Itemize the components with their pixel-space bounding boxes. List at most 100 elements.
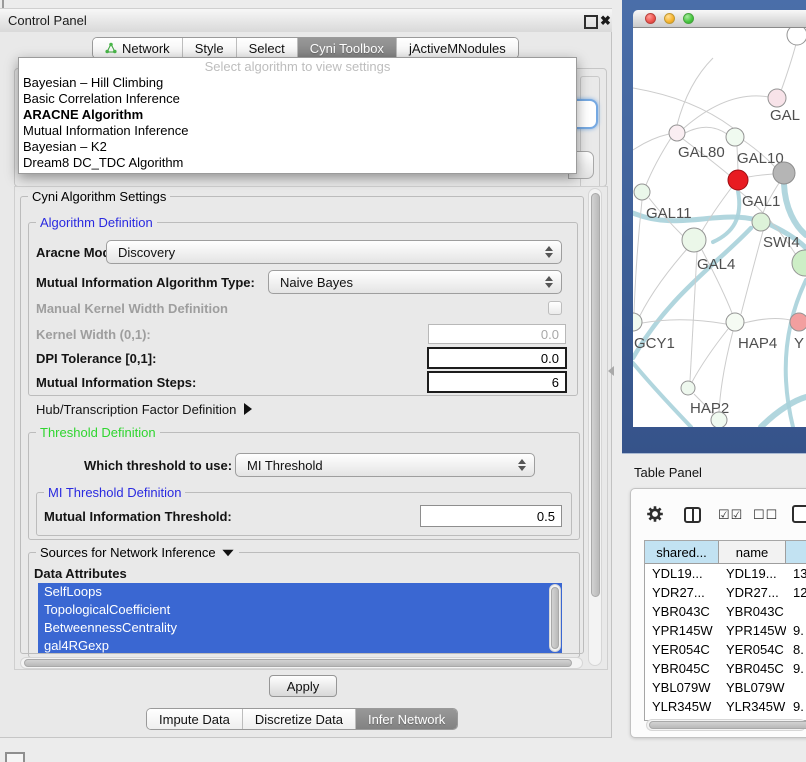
table-row[interactable]: YER054CYER054C8. (645, 640, 806, 659)
network-node-hap2[interactable] (681, 381, 695, 395)
table-cell[interactable]: YER054C (645, 640, 719, 659)
tab-cyni-toolbox[interactable]: Cyni Toolbox (297, 38, 396, 58)
manual-kernel-checkbox[interactable] (548, 301, 562, 315)
table-cell[interactable]: 9. (786, 659, 806, 678)
table-cell[interactable]: 9. (786, 697, 806, 716)
table-row[interactable]: YBL079WYBL079W (645, 678, 806, 697)
settings-hscrollbar-thumb[interactable] (24, 659, 572, 667)
table-cell[interactable]: 9. (786, 621, 806, 640)
settings-vscrollbar-thumb[interactable] (591, 193, 600, 597)
kernel-width-field[interactable]: 0.0 (428, 324, 566, 344)
table-cell[interactable]: YPR145W (645, 621, 719, 640)
partial-toolbar-icon[interactable] (792, 505, 806, 523)
network-node-gal[interactable] (768, 89, 786, 107)
close-traffic-light-icon[interactable] (645, 13, 656, 24)
which-threshold-combo[interactable]: MI Threshold (235, 453, 535, 477)
network-node-hap4[interactable] (726, 313, 744, 331)
minimize-traffic-light-icon[interactable] (664, 13, 675, 24)
column-header-a[interactable]: A (786, 541, 806, 563)
tab-discretize-data[interactable]: Discretize Data (242, 709, 355, 729)
tab-impute-data[interactable]: Impute Data (147, 709, 242, 729)
close-icon[interactable]: ✖ (600, 14, 611, 27)
attribute-option-betweennesscentrality[interactable]: BetweennessCentrality (38, 619, 562, 637)
settings-hscrollbar[interactable] (20, 657, 583, 669)
table-row[interactable]: YLR345WYLR345W9. (645, 697, 806, 716)
table-row[interactable]: YDR27...YDR27...12 (645, 583, 806, 602)
apply-button[interactable]: Apply (269, 675, 337, 697)
dpi-tolerance-field[interactable]: 0.0 (427, 347, 567, 369)
table-cell[interactable]: YDL19... (645, 564, 719, 583)
attributes-vscrollbar-thumb[interactable] (551, 587, 559, 649)
select-all-columns-icon[interactable]: ☑☑ (718, 507, 743, 523)
algorithm-option-mutual-information-inference[interactable]: Mutual Information Inference (19, 123, 576, 139)
table-cell[interactable]: YER054C (719, 640, 786, 659)
network-node-gal4[interactable] (682, 228, 706, 252)
table-cell[interactable] (786, 602, 806, 621)
float-window-icon[interactable] (584, 15, 598, 29)
network-node[interactable] (792, 250, 806, 276)
network-node-gal1[interactable] (728, 170, 748, 190)
mi-threshold-field[interactable]: 0.5 (420, 505, 562, 527)
table-cell[interactable] (786, 678, 806, 697)
network-node-gcy1[interactable] (633, 313, 642, 331)
tab-jactivemnodules[interactable]: jActiveMNodules (396, 38, 518, 58)
attributes-vscrollbar[interactable] (549, 584, 561, 652)
zoom-traffic-light-icon[interactable] (683, 13, 694, 24)
algorithm-option-basic-correlation-inference[interactable]: Basic Correlation Inference (19, 91, 576, 107)
column-layout-icon[interactable] (684, 507, 701, 523)
table-cell[interactable]: YDR27... (719, 583, 786, 602)
network-node[interactable] (773, 162, 795, 184)
algorithm-option-bayesian-k2[interactable]: Bayesian – K2 (19, 139, 576, 155)
table-cell[interactable]: YBL079W (719, 678, 786, 697)
algorithm-option-aracne-algorithm[interactable]: ARACNE Algorithm (19, 107, 576, 123)
column-header-shared[interactable]: shared... (645, 541, 719, 563)
network-node-gal80[interactable] (669, 125, 685, 141)
splitpane-collapse-icon[interactable] (608, 366, 614, 376)
tab-network[interactable]: Network (93, 38, 182, 58)
gear-icon[interactable] (646, 505, 664, 523)
table-cell[interactable]: 8. (786, 640, 806, 659)
settings-vscrollbar[interactable] (588, 188, 602, 666)
attribute-option-gal4rgexp[interactable]: gal4RGexp (38, 637, 562, 653)
table-cell[interactable]: YDL19... (719, 564, 786, 583)
mi-steps-field[interactable]: 6 (427, 371, 567, 393)
column-header-name[interactable]: name (719, 541, 786, 563)
table-cell[interactable]: YPR145W (719, 621, 786, 640)
algorithm-option-bayesian-hill-climbing[interactable]: Bayesian – Hill Climbing (19, 75, 576, 91)
table-cell[interactable]: YLR345W (719, 697, 786, 716)
table-cell[interactable]: YBL079W (645, 678, 719, 697)
table-cell[interactable]: YBR045C (719, 659, 786, 678)
tab-style[interactable]: Style (182, 38, 236, 58)
table-cell[interactable]: YDR27... (645, 583, 719, 602)
network-node-swi4[interactable] (752, 213, 770, 231)
network-node[interactable] (711, 412, 727, 427)
table-cell[interactable]: YBR043C (645, 602, 719, 621)
table-cell[interactable]: 12 (786, 583, 806, 602)
table-cell[interactable]: YBR045C (645, 659, 719, 678)
hub-definition-toggle[interactable]: Hub/Transcription Factor Definition (36, 400, 252, 418)
tab-infer-network[interactable]: Infer Network (355, 709, 457, 729)
table-hscrollbar-thumb[interactable] (649, 721, 806, 729)
algorithm-option-dream8-dc-tdc-algorithm[interactable]: Dream8 DC_TDC Algorithm (19, 155, 576, 171)
attribute-option-selfloops[interactable]: SelfLoops (38, 583, 562, 601)
table-cell[interactable]: 13 (786, 564, 806, 583)
network-node-gal10[interactable] (726, 128, 744, 146)
network-node-y[interactable] (790, 313, 806, 331)
network-canvas[interactable]: GALGAL80GAL10GAL1GAL11SWI4GAL4GCY1HAP4YH… (633, 28, 806, 427)
sources-legend[interactable]: Sources for Network Inference (36, 545, 239, 560)
table-row[interactable]: YBR045CYBR045C9. (645, 659, 806, 678)
table-row[interactable]: YPR145WYPR145W9. (645, 621, 806, 640)
network-window-titlebar[interactable] (633, 10, 806, 28)
table-cell[interactable]: YLR345W (645, 697, 719, 716)
table-cell[interactable]: YBR043C (719, 602, 786, 621)
mi-type-combo[interactable]: Naive Bayes (268, 270, 562, 294)
deselect-all-columns-icon[interactable]: ☐☐ (753, 507, 778, 523)
table-row[interactable]: YDL19...YDL19...13 (645, 564, 806, 583)
table-hscrollbar[interactable] (646, 719, 806, 731)
network-node[interactable] (787, 28, 806, 45)
mini-window-icon[interactable] (5, 752, 25, 762)
tab-select[interactable]: Select (236, 38, 297, 58)
aracne-mode-combo[interactable]: Discovery (106, 240, 562, 264)
table-row[interactable]: YBR043CYBR043C (645, 602, 806, 621)
attribute-option-topologicalcoefficient[interactable]: TopologicalCoefficient (38, 601, 562, 619)
